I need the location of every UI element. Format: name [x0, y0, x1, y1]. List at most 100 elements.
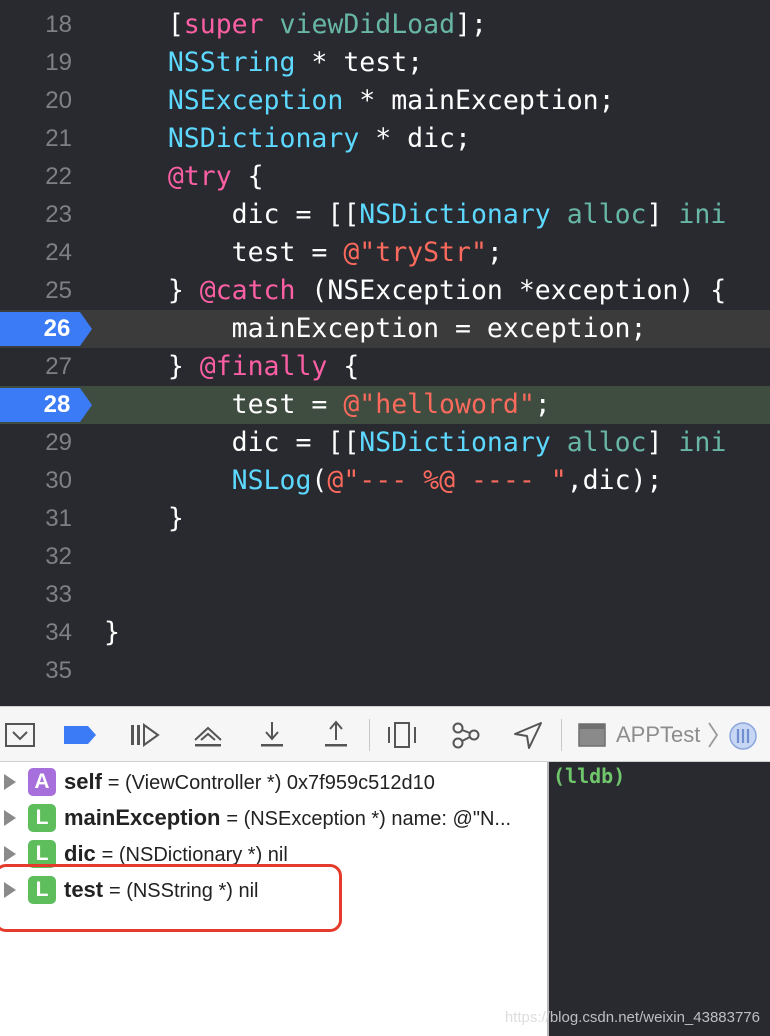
code-line[interactable]: 24 test = @"tryStr";	[0, 234, 770, 272]
disclosure-triangle-icon[interactable]	[4, 774, 16, 790]
code-text[interactable]: test = @"tryStr";	[104, 234, 503, 272]
memory-graph-button[interactable]	[448, 717, 484, 753]
code-token: alloc	[566, 199, 647, 230]
code-text[interactable]: [super viewDidLoad];	[104, 6, 487, 44]
code-line[interactable]: 29 dic = [[NSDictionary alloc] ini	[0, 424, 770, 462]
debug-bar: APPTest	[0, 706, 770, 762]
code-line[interactable]: 34}	[0, 614, 770, 652]
memory-graph-icon	[452, 722, 480, 749]
variable-name: dic	[64, 841, 96, 866]
line-number: 27	[45, 353, 72, 380]
code-token: @"helloword"	[343, 389, 535, 420]
code-token: @catch	[199, 275, 296, 306]
source-editor[interactable]: 18 [super viewDidLoad]; 19 NSString * tes…	[0, 0, 770, 706]
thread-icon[interactable]	[728, 721, 758, 756]
code-line[interactable]: 33	[0, 576, 770, 614]
line-number: 25	[45, 277, 72, 304]
code-line[interactable]: 35	[0, 652, 770, 690]
simulate-location-button[interactable]	[510, 717, 546, 753]
variable-value: = (ViewController *) 0x7f959c512d10	[107, 772, 435, 794]
code-line[interactable]: 18 [super viewDidLoad];	[0, 6, 770, 44]
code-line[interactable]: 22 @try {	[0, 158, 770, 196]
disclosure-triangle-icon[interactable]	[4, 810, 16, 826]
code-token: ;	[534, 389, 551, 420]
disclosure-triangle-icon[interactable]	[4, 846, 16, 862]
code-text[interactable]: dic = [[NSDictionary alloc] ini	[104, 196, 727, 234]
code-line[interactable]: 31 }	[0, 500, 770, 538]
variable-row[interactable]: LmainException = (NSException *) name: @…	[0, 800, 547, 836]
code-token: ,dic);	[566, 465, 663, 496]
code-text[interactable]: }	[104, 500, 184, 538]
annotation-highlight-box	[0, 864, 342, 932]
code-text[interactable]: NSException * mainException;	[104, 82, 615, 120]
line-number: 26	[43, 315, 71, 342]
line-number: 24	[45, 239, 72, 266]
code-line[interactable]: 32	[0, 538, 770, 576]
continue-button[interactable]	[126, 717, 162, 753]
line-number: 19	[45, 49, 72, 76]
code-token: }	[104, 503, 184, 534]
code-line[interactable]: 27 } @finally {	[0, 348, 770, 386]
process-name[interactable]: APPTest	[616, 707, 700, 763]
line-number: 31	[45, 505, 72, 532]
code-line[interactable]: 23 dic = [[NSDictionary alloc] ini	[0, 196, 770, 234]
code-text[interactable]: NSString * test;	[104, 44, 423, 82]
code-token: (	[311, 465, 328, 496]
app-window-icon	[578, 723, 606, 752]
variable-kind-badge: L	[28, 804, 56, 832]
code-line[interactable]: 26 mainException = exception;	[0, 310, 770, 348]
code-text[interactable]: NSLog(@"--- %@ ---- ",dic);	[104, 462, 663, 500]
code-text[interactable]: dic = [[NSDictionary alloc] ini	[104, 424, 727, 462]
code-text[interactable]: }	[104, 614, 120, 652]
code-text[interactable]: } @catch (NSException *exception) {	[104, 272, 726, 310]
code-token: NSDictionary	[359, 199, 551, 230]
code-token: viewDidLoad	[279, 9, 456, 40]
code-line[interactable]: 19 NSString * test;	[0, 44, 770, 82]
variable-name: mainException	[64, 805, 221, 830]
code-token: test =	[104, 389, 344, 420]
line-number: 20	[45, 87, 72, 114]
code-line[interactable]: 30 NSLog(@"--- %@ ---- ",dic);	[0, 462, 770, 500]
code-token: {	[327, 351, 360, 382]
code-text[interactable]: test = @"helloword";	[104, 386, 551, 424]
code-token: ]	[646, 199, 679, 230]
breakpoint-icon	[64, 726, 96, 744]
code-token: NSDictionary	[167, 123, 360, 154]
lldb-console[interactable]: (lldb)	[549, 762, 770, 1036]
step-out-button[interactable]	[318, 717, 354, 753]
code-token: mainException = exception;	[104, 313, 647, 344]
code-line[interactable]: 25 } @catch (NSException *exception) {	[0, 272, 770, 310]
code-token: dic = [[	[104, 199, 360, 230]
code-token: (NSException *exception) {	[295, 275, 727, 306]
line-number: 18	[45, 11, 72, 38]
toggle-debug-area-button[interactable]	[2, 717, 38, 753]
code-token: }	[104, 351, 200, 382]
watermark-text: https://blog.csdn.net/weixin_43883776	[504, 1009, 760, 1026]
code-token: ini	[678, 199, 727, 230]
code-token: alloc	[566, 427, 647, 458]
code-text[interactable]: @try {	[104, 158, 264, 196]
debug-view-hierarchy-button[interactable]	[384, 717, 420, 753]
chevron-right-icon	[708, 722, 719, 748]
code-text[interactable]: } @finally {	[104, 348, 359, 386]
code-line[interactable]: 21 NSDictionary * dic;	[0, 120, 770, 158]
code-text[interactable]: NSDictionary * dic;	[104, 120, 471, 158]
code-token: * mainException;	[343, 85, 615, 116]
step-into-button[interactable]	[254, 717, 290, 753]
breakpoint-marker[interactable]: 26	[0, 310, 94, 348]
code-line[interactable]: 28 test = @"helloword";	[0, 386, 770, 424]
breakpoints-toggle-button[interactable]	[62, 717, 98, 753]
variable-row[interactable]: Aself = (ViewController *) 0x7f959c512d1…	[0, 764, 547, 800]
breakpoint-marker[interactable]: 28	[0, 386, 94, 424]
continue-icon	[131, 723, 160, 747]
step-over-button[interactable]	[190, 717, 226, 753]
code-text[interactable]: mainException = exception;	[104, 310, 647, 348]
code-token: dic = [[	[104, 427, 360, 458]
code-token: super	[183, 9, 264, 40]
code-line[interactable]: 20 NSException * mainException;	[0, 82, 770, 120]
